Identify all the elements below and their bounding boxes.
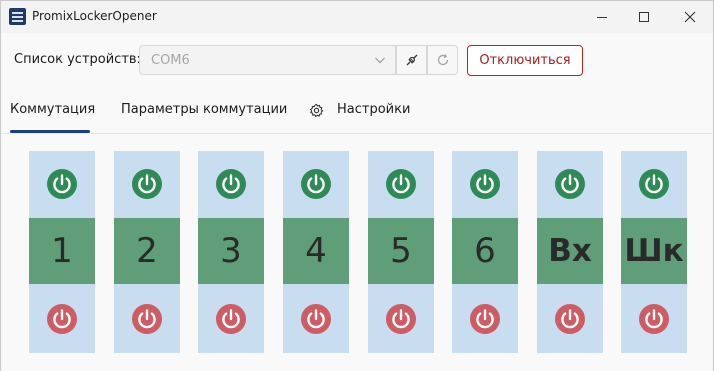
power-off-icon — [216, 304, 246, 334]
power-off-icon — [132, 304, 162, 334]
gear-icon — [309, 103, 324, 118]
device-list-label: Список устройств: — [14, 52, 141, 67]
lock-label: 6 — [452, 218, 518, 284]
power-off-icon — [470, 304, 500, 334]
title-bar: PromixLockerOpener — [1, 1, 713, 33]
lock-close-button[interactable] — [621, 286, 687, 352]
device-select-value: COM6 — [151, 53, 190, 68]
power-off-icon — [47, 304, 77, 334]
refresh-button[interactable] — [427, 45, 458, 75]
lock-label: Шк — [621, 218, 687, 284]
lock-label: Вх — [537, 218, 603, 284]
lock-close-button[interactable] — [114, 286, 180, 352]
lock-column: 5 — [368, 151, 434, 353]
lock-column: 3 — [198, 151, 264, 353]
app-logo-icon — [9, 8, 26, 25]
refresh-icon — [437, 54, 448, 66]
lock-label: 4 — [283, 218, 349, 284]
window-title: PromixLockerOpener — [32, 9, 157, 23]
maximize-button[interactable] — [621, 1, 667, 33]
lock-label: 1 — [29, 218, 95, 284]
lock-close-button[interactable] — [29, 286, 95, 352]
tab-settings[interactable]: Настройки — [337, 102, 410, 117]
plug-icon — [406, 54, 417, 66]
lock-close-button[interactable] — [537, 286, 603, 352]
app-window: PromixLockerOpener Список устройств: COM… — [0, 0, 714, 371]
lock-open-button[interactable] — [621, 151, 687, 217]
power-on-icon — [47, 169, 77, 199]
lock-open-button[interactable] — [452, 151, 518, 217]
power-on-icon — [639, 169, 669, 199]
tab-switching[interactable]: Коммутация — [10, 102, 95, 117]
lock-open-button[interactable] — [368, 151, 434, 217]
lock-close-button[interactable] — [368, 286, 434, 352]
device-select[interactable]: COM6 — [139, 45, 396, 75]
lock-close-button[interactable] — [198, 286, 264, 352]
lock-open-button[interactable] — [283, 151, 349, 217]
power-off-icon — [386, 304, 416, 334]
close-icon — [684, 11, 696, 23]
lock-column: Вх — [537, 151, 603, 353]
power-on-icon — [301, 169, 331, 199]
lock-open-button[interactable] — [537, 151, 603, 217]
power-on-icon — [386, 169, 416, 199]
power-off-icon — [555, 304, 585, 334]
lock-column: Шк — [621, 151, 687, 353]
maximize-icon — [639, 12, 649, 22]
lock-column: 4 — [283, 151, 349, 353]
lock-column: 1 — [29, 151, 95, 353]
power-on-icon — [555, 169, 585, 199]
lock-close-button[interactable] — [283, 286, 349, 352]
minimize-button[interactable] — [579, 1, 625, 33]
lock-column: 6 — [452, 151, 518, 353]
lock-open-button[interactable] — [198, 151, 264, 217]
lock-close-button[interactable] — [452, 286, 518, 352]
lock-label: 2 — [114, 218, 180, 284]
lock-open-button[interactable] — [29, 151, 95, 217]
minimize-icon — [597, 16, 607, 18]
lock-open-button[interactable] — [114, 151, 180, 217]
lock-column: 2 — [114, 151, 180, 353]
power-on-icon — [216, 169, 246, 199]
power-off-icon — [639, 304, 669, 334]
power-on-icon — [470, 169, 500, 199]
connect-button[interactable] — [396, 45, 427, 75]
lock-label: 5 — [368, 218, 434, 284]
power-off-icon — [301, 304, 331, 334]
switching-panel — [1, 134, 713, 371]
lock-label: 3 — [198, 218, 264, 284]
close-button[interactable] — [667, 1, 713, 33]
tab-switching-params[interactable]: Параметры коммутации — [121, 102, 287, 117]
power-on-icon — [132, 169, 162, 199]
disconnect-button[interactable]: Отключиться — [467, 45, 583, 76]
chevron-down-icon — [375, 57, 385, 64]
